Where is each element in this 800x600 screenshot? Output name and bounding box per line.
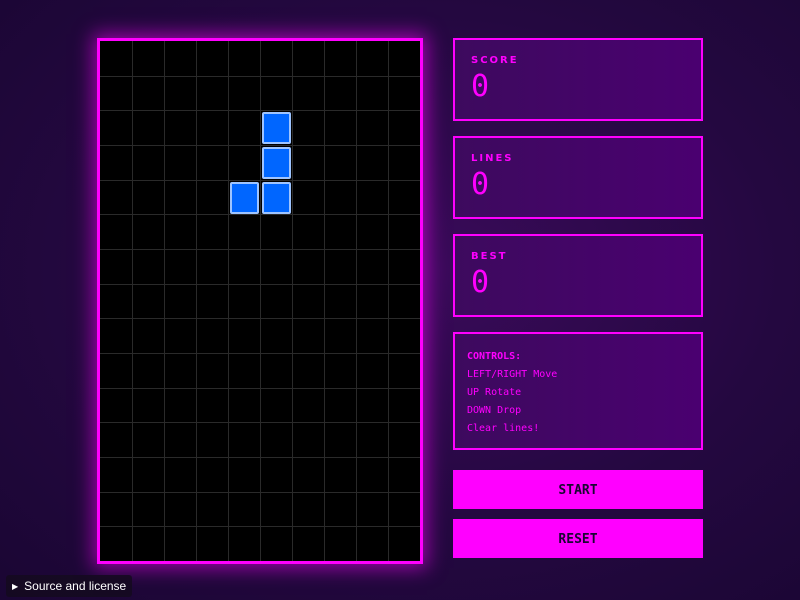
grid-line-horizontal <box>100 110 420 111</box>
grid-line-vertical <box>388 41 389 561</box>
piece-block <box>262 112 291 144</box>
grid-line-horizontal <box>100 76 420 77</box>
disclosure-triangle-icon: ▶ <box>12 582 19 591</box>
grid-line-horizontal <box>100 214 420 215</box>
grid-line-vertical <box>132 41 133 561</box>
grid-line-horizontal <box>100 249 420 250</box>
game-board <box>97 38 423 564</box>
grid-line-horizontal <box>100 145 420 146</box>
piece-block <box>230 182 259 214</box>
piece-block <box>262 182 291 214</box>
best-value: 0 <box>471 265 490 300</box>
grid-line-vertical <box>292 41 293 561</box>
grid-line-horizontal <box>100 457 420 458</box>
score-label: SCORE <box>471 55 519 66</box>
source-license-label: Source and license <box>24 579 127 593</box>
controls-line-rotate: UP Rotate <box>467 387 522 398</box>
start-button[interactable]: START <box>453 470 703 509</box>
piece-block <box>262 147 291 179</box>
grid-line-vertical <box>164 41 165 561</box>
source-license-toggle[interactable]: ▶ Source and license <box>6 575 133 597</box>
grid-line-horizontal <box>100 526 420 527</box>
score-panel: SCORE 0 <box>453 38 703 121</box>
lines-value: 0 <box>471 167 490 202</box>
grid-line-horizontal <box>100 492 420 493</box>
lines-label: LINES <box>471 153 514 164</box>
grid-line-horizontal <box>100 422 420 423</box>
controls-line-hint: Clear lines! <box>467 423 540 434</box>
grid-line-vertical <box>228 41 229 561</box>
grid-line-vertical <box>196 41 197 561</box>
score-value: 0 <box>471 69 490 104</box>
grid-line-horizontal <box>100 284 420 285</box>
best-label: BEST <box>471 251 508 262</box>
grid-line-horizontal <box>100 180 420 181</box>
best-panel: BEST 0 <box>453 234 703 317</box>
controls-panel: CONTROLS: LEFT/RIGHT Move UP Rotate DOWN… <box>453 332 703 450</box>
controls-line-drop: DOWN Drop <box>467 405 522 416</box>
grid-line-vertical <box>324 41 325 561</box>
controls-title: CONTROLS: <box>467 351 522 362</box>
grid-line-horizontal <box>100 388 420 389</box>
grid-line-horizontal <box>100 353 420 354</box>
grid-line-vertical <box>356 41 357 561</box>
grid-line-vertical <box>260 41 261 561</box>
controls-line-move: LEFT/RIGHT Move <box>467 369 558 380</box>
lines-panel: LINES 0 <box>453 136 703 219</box>
grid-line-horizontal <box>100 318 420 319</box>
reset-button[interactable]: RESET <box>453 519 703 558</box>
